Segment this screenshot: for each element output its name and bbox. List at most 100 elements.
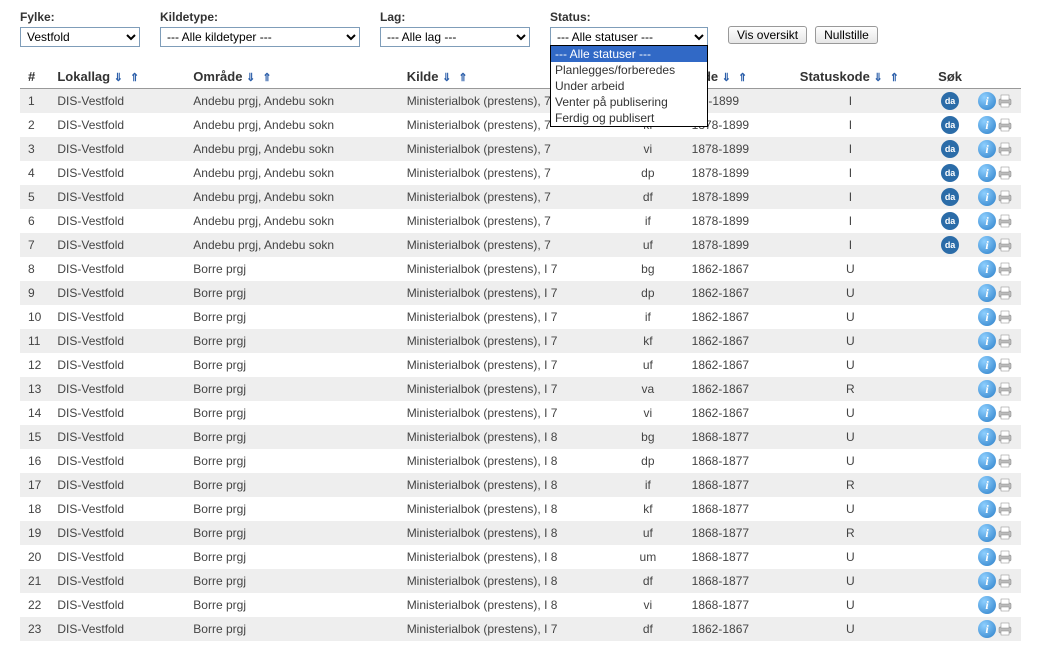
table-row: 12DIS-VestfoldBorre prgjMinisterialbok (… xyxy=(20,353,1021,377)
table-row: 14DIS-VestfoldBorre prgjMinisterialbok (… xyxy=(20,401,1021,425)
kildetype-select[interactable]: --- Alle kildetyper --- xyxy=(160,27,360,47)
filter-lag: Lag: --- Alle lag --- xyxy=(380,10,530,47)
cell-omrade: Andebu prgj, Andebu sokn xyxy=(185,161,398,185)
info-icon[interactable]: i xyxy=(978,308,996,326)
print-icon[interactable] xyxy=(997,214,1013,228)
filter-bar: Fylke: Vestfold Kildetype: --- Alle kild… xyxy=(20,10,1021,47)
da-badge-icon[interactable]: da xyxy=(941,188,959,206)
cell-actions: i xyxy=(970,305,1021,329)
sort-icon[interactable]: ⇓ ⇑ xyxy=(873,72,901,84)
sort-icon[interactable]: ⇓ ⇑ xyxy=(722,72,750,84)
print-icon[interactable] xyxy=(997,430,1013,444)
cell-periode: 1868-1877 xyxy=(670,425,771,449)
info-icon[interactable]: i xyxy=(978,572,996,590)
cell-actions: i xyxy=(970,353,1021,377)
info-icon[interactable]: i xyxy=(978,620,996,638)
cell-actions: i xyxy=(970,425,1021,449)
info-icon[interactable]: i xyxy=(978,380,996,398)
col-actions xyxy=(970,65,1021,89)
cell-omrade: Andebu prgj, Andebu sokn xyxy=(185,89,398,114)
info-icon[interactable]: i xyxy=(978,524,996,542)
print-icon[interactable] xyxy=(997,286,1013,300)
cell-periode: 1862-1867 xyxy=(670,257,771,281)
info-icon[interactable]: i xyxy=(978,260,996,278)
da-badge-icon[interactable]: da xyxy=(941,140,959,158)
info-icon[interactable]: i xyxy=(978,116,996,134)
da-badge-icon[interactable]: da xyxy=(941,92,959,110)
cell-omrade: Borre prgj xyxy=(185,305,398,329)
sort-icon[interactable]: ⇓ ⇑ xyxy=(114,72,142,84)
info-icon[interactable]: i xyxy=(978,404,996,422)
status-option[interactable]: Under arbeid xyxy=(551,78,707,94)
print-icon[interactable] xyxy=(997,454,1013,468)
print-icon[interactable] xyxy=(997,142,1013,156)
col-omrade[interactable]: Område ⇓ ⇑ xyxy=(185,65,398,89)
fylke-select[interactable]: Vestfold xyxy=(20,27,140,47)
cell-liste: va xyxy=(626,377,670,401)
print-icon[interactable] xyxy=(997,334,1013,348)
status-option[interactable]: Venter på publisering xyxy=(551,94,707,110)
cell-kilde: Ministerialbok (prestens), I 8 xyxy=(399,449,626,473)
print-icon[interactable] xyxy=(997,94,1013,108)
info-icon[interactable]: i xyxy=(978,356,996,374)
info-icon[interactable]: i xyxy=(978,548,996,566)
col-lokallag[interactable]: Lokallag ⇓ ⇑ xyxy=(49,65,185,89)
print-icon[interactable] xyxy=(997,358,1013,372)
cell-kilde: Ministerialbok (prestens), I 8 xyxy=(399,569,626,593)
print-icon[interactable] xyxy=(997,262,1013,276)
info-icon[interactable]: i xyxy=(978,500,996,518)
cell-lokallag: DIS-Vestfold xyxy=(49,329,185,353)
col-statuskode[interactable]: Statuskode ⇓ ⇑ xyxy=(771,65,931,89)
da-badge-icon[interactable]: da xyxy=(941,236,959,254)
print-icon[interactable] xyxy=(997,190,1013,204)
results-table: # Lokallag ⇓ ⇑ Område ⇓ ⇑ Kilde ⇓ ⇑ iode… xyxy=(20,65,1021,641)
info-icon[interactable]: i xyxy=(978,452,996,470)
da-badge-icon[interactable]: da xyxy=(941,212,959,230)
status-option[interactable]: Ferdig og publisert xyxy=(551,110,707,126)
cell-actions: i xyxy=(970,497,1021,521)
info-icon[interactable]: i xyxy=(978,284,996,302)
cell-lokallag: DIS-Vestfold xyxy=(49,569,185,593)
nullstille-button[interactable]: Nullstille xyxy=(815,26,878,44)
print-icon[interactable] xyxy=(997,310,1013,324)
vis-oversikt-button[interactable]: Vis oversikt xyxy=(728,26,807,44)
cell-lokallag: DIS-Vestfold xyxy=(49,425,185,449)
print-icon[interactable] xyxy=(997,526,1013,540)
print-icon[interactable] xyxy=(997,478,1013,492)
info-icon[interactable]: i xyxy=(978,236,996,254)
filter-kildetype: Kildetype: --- Alle kildetyper --- xyxy=(160,10,360,47)
print-icon[interactable] xyxy=(997,598,1013,612)
print-icon[interactable] xyxy=(997,574,1013,588)
print-icon[interactable] xyxy=(997,166,1013,180)
print-icon[interactable] xyxy=(997,406,1013,420)
print-icon[interactable] xyxy=(997,382,1013,396)
status-select[interactable]: --- Alle statuser --- xyxy=(550,27,708,47)
info-icon[interactable]: i xyxy=(978,164,996,182)
info-icon[interactable]: i xyxy=(978,212,996,230)
cell-num: 2 xyxy=(20,113,49,137)
print-icon[interactable] xyxy=(997,550,1013,564)
info-icon[interactable]: i xyxy=(978,332,996,350)
da-badge-icon[interactable]: da xyxy=(941,116,959,134)
sort-icon[interactable]: ⇓ ⇑ xyxy=(246,72,274,84)
status-option[interactable]: --- Alle statuser --- xyxy=(551,46,707,62)
table-row: 19DIS-VestfoldBorre prgjMinisterialbok (… xyxy=(20,521,1021,545)
print-icon[interactable] xyxy=(997,622,1013,636)
cell-periode: 1878-1899 xyxy=(670,185,771,209)
print-icon[interactable] xyxy=(997,502,1013,516)
da-badge-icon[interactable]: da xyxy=(941,164,959,182)
status-option[interactable]: Planlegges/forberedes xyxy=(551,62,707,78)
print-icon[interactable] xyxy=(997,118,1013,132)
print-icon[interactable] xyxy=(997,238,1013,252)
sort-icon[interactable]: ⇓ ⇑ xyxy=(442,72,470,84)
cell-lokallag: DIS-Vestfold xyxy=(49,209,185,233)
info-icon[interactable]: i xyxy=(978,428,996,446)
info-icon[interactable]: i xyxy=(978,140,996,158)
cell-omrade: Andebu prgj, Andebu sokn xyxy=(185,113,398,137)
lag-select[interactable]: --- Alle lag --- xyxy=(380,27,530,47)
info-icon[interactable]: i xyxy=(978,596,996,614)
cell-num: 7 xyxy=(20,233,49,257)
info-icon[interactable]: i xyxy=(978,188,996,206)
info-icon[interactable]: i xyxy=(978,476,996,494)
info-icon[interactable]: i xyxy=(978,92,996,110)
